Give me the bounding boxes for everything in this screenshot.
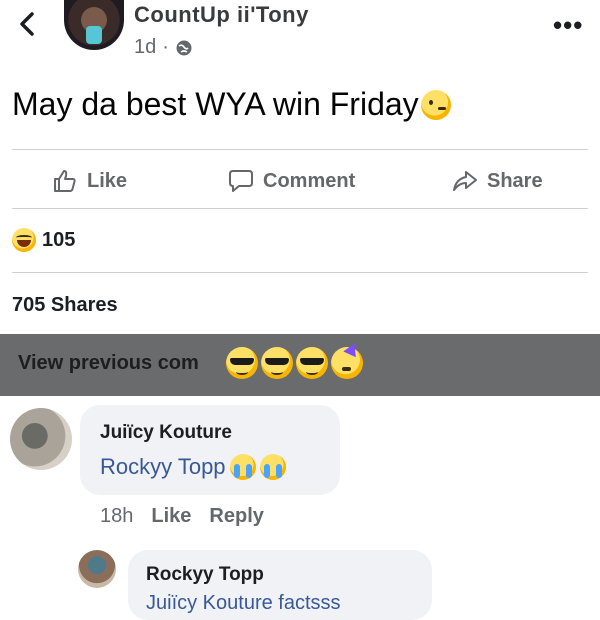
- comment-text: Rockyy Topp: [100, 454, 286, 480]
- comment-time: 18h: [100, 505, 134, 527]
- divider: [12, 208, 588, 209]
- meta-separator: ·: [162, 36, 169, 58]
- commenter-avatar[interactable]: [10, 408, 72, 470]
- like-button[interactable]: Like: [52, 165, 127, 197]
- partying-face-icon: [331, 347, 363, 379]
- ellipsis-icon: •••: [553, 10, 584, 40]
- share-label: Share: [487, 169, 543, 192]
- author-avatar[interactable]: [64, 0, 124, 50]
- comment-like-button[interactable]: Like: [151, 505, 191, 528]
- divider: [12, 272, 588, 273]
- post-meta: 1d ·: [134, 36, 193, 59]
- comment-bubble: [80, 405, 340, 495]
- comment-meta: 18h Like Reply: [100, 505, 264, 528]
- reactions-summary[interactable]: 105: [12, 228, 75, 252]
- reply-text: Juiïcy Kouture factsss: [146, 592, 341, 614]
- share-button[interactable]: Share: [452, 165, 543, 197]
- chevron-left-icon: [20, 12, 34, 36]
- post-time: 1d: [134, 36, 157, 58]
- sunglasses-face-icon: [296, 347, 328, 379]
- view-previous-comments-link[interactable]: View previous com: [18, 352, 199, 375]
- comment-label: Comment: [263, 169, 356, 192]
- comment-button[interactable]: Comment: [228, 165, 355, 197]
- laughing-face-icon: [12, 228, 36, 252]
- reaction-count: 105: [42, 228, 76, 251]
- sunglasses-face-icon: [261, 347, 293, 379]
- post-text: May da best WYA win Friday: [12, 86, 451, 123]
- banner-emoji-group: [226, 347, 363, 379]
- post-author-name[interactable]: CountUp ii'Tony: [134, 2, 309, 28]
- like-label: Like: [87, 169, 128, 192]
- shares-count[interactable]: 705 Shares: [12, 294, 118, 317]
- comment-mention[interactable]: Rockyy Topp: [100, 454, 226, 480]
- comment-icon: [229, 170, 253, 192]
- sunglasses-face-icon: [226, 347, 258, 379]
- comment-reply-button[interactable]: Reply: [209, 505, 263, 528]
- divider: [12, 149, 588, 150]
- reply-avatar[interactable]: [78, 550, 116, 588]
- crying-face-icon: [259, 454, 286, 480]
- thumbs-up-icon: [54, 170, 76, 192]
- comment-author[interactable]: Juiïcy Kouture: [100, 422, 232, 444]
- globe-icon: [176, 40, 192, 55]
- reply-author[interactable]: Rockyy Topp: [146, 564, 264, 586]
- back-button[interactable]: [14, 10, 42, 38]
- share-arrow-icon: [453, 171, 477, 191]
- post-text-content: May da best WYA win Friday: [12, 86, 419, 122]
- more-options-button[interactable]: •••: [553, 10, 583, 41]
- woozy-face-icon: [420, 89, 451, 120]
- crying-face-icon: [229, 454, 256, 480]
